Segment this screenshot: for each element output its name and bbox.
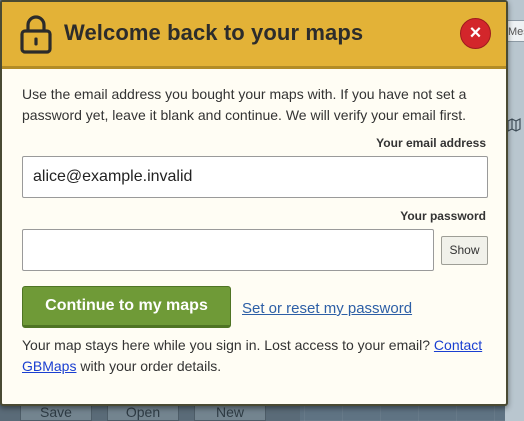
footer-text-after: with your order details. (76, 358, 222, 374)
footer-text-before: Your map stays here while you sign in. L… (22, 337, 434, 353)
sign-in-dialog: Welcome back to your maps × Use the emai… (0, 0, 508, 406)
footer-text: Your map stays here while you sign in. L… (22, 335, 492, 377)
password-label: Your password (400, 209, 486, 223)
show-password-button[interactable]: Show (441, 236, 488, 265)
dialog-title: Welcome back to your maps (64, 20, 364, 45)
continue-button[interactable]: Continue to my maps (22, 286, 231, 328)
close-icon[interactable]: × (460, 18, 491, 49)
email-field[interactable] (22, 156, 488, 198)
email-label: Your email address (376, 136, 486, 150)
lock-icon (19, 14, 53, 54)
dialog-header: Welcome back to your maps × (2, 2, 506, 69)
intro-text: Use the email address you bought your ma… (22, 86, 467, 123)
reset-password-link[interactable]: Set or reset my password (242, 300, 412, 317)
password-field[interactable] (22, 229, 434, 271)
map-icon[interactable] (507, 118, 521, 132)
